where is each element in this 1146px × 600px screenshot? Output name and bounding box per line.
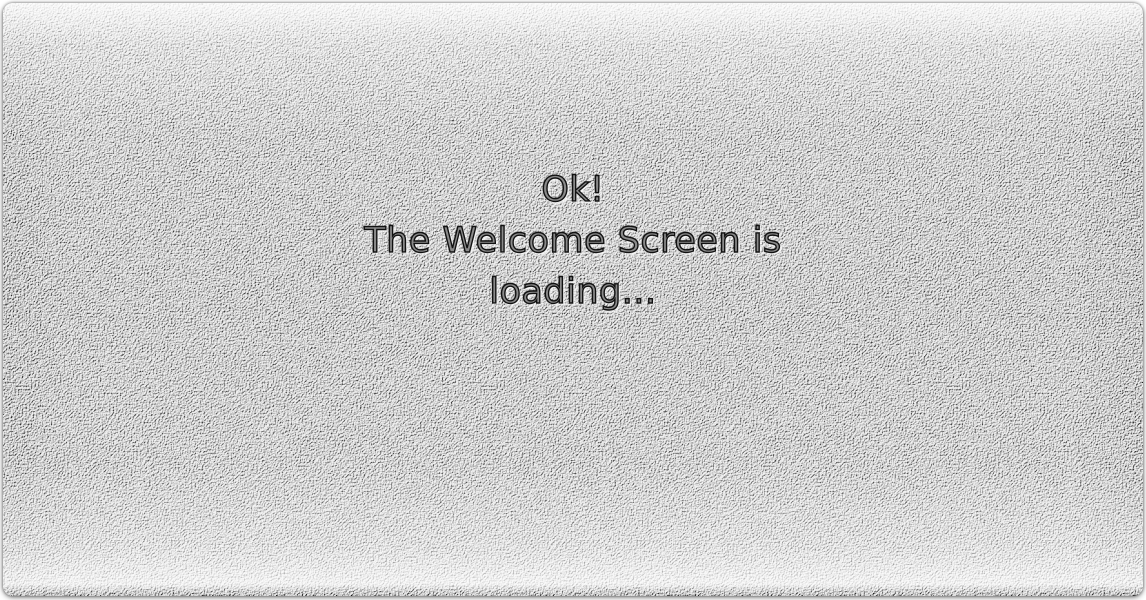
- loading-message: Ok! The Welcome Screen is loading...: [3, 165, 1143, 318]
- welcome-loading-panel: Ok! The Welcome Screen is loading...: [3, 3, 1143, 596]
- loading-message-line-1: Ok!: [541, 169, 605, 210]
- loading-message-line-3: loading...: [489, 271, 657, 312]
- loading-message-line-2: The Welcome Screen is: [364, 220, 782, 261]
